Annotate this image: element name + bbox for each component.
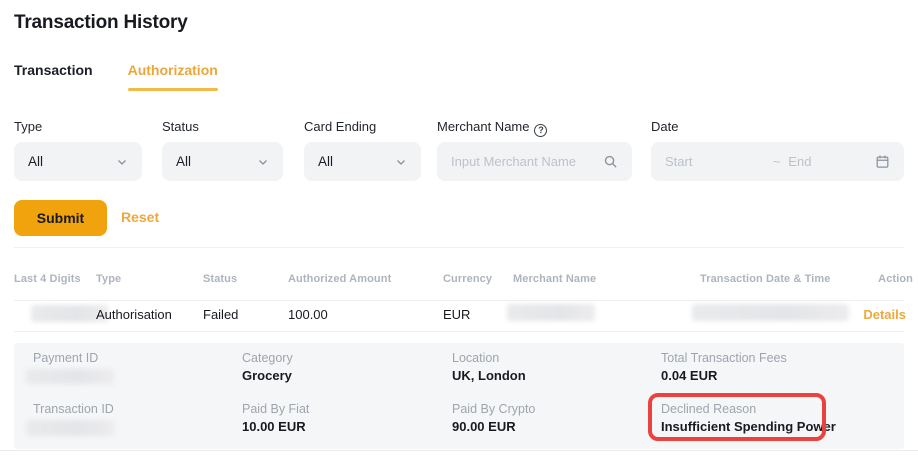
category-value: Grocery	[242, 368, 292, 383]
tab-authorization[interactable]: Authorization	[128, 62, 218, 82]
transaction-id-label: Transaction ID	[33, 402, 114, 416]
total-fees-value: 0.04 EUR	[661, 368, 717, 383]
page-title: Transaction History	[14, 12, 188, 34]
paid-by-fiat-value: 10.00 EUR	[242, 419, 306, 434]
merchant-name-field	[437, 142, 632, 181]
row-currency: EUR	[443, 307, 470, 322]
declined-reason-value: Insufficient Spending Power	[661, 419, 836, 434]
payment-id-label: Payment ID	[33, 351, 98, 365]
row-type: Authorisation	[96, 307, 172, 322]
col-header-status: Status	[203, 273, 237, 285]
status-select-value: All	[176, 154, 257, 169]
tab-bar: Transaction Authorization	[14, 62, 218, 82]
date-filter-label: Date	[651, 119, 678, 134]
card-ending-select[interactable]: All	[304, 142, 421, 181]
location-label: Location	[452, 351, 499, 365]
section-divider	[14, 247, 904, 248]
chevron-down-icon	[116, 156, 128, 168]
status-filter-label: Status	[162, 119, 199, 134]
row-details-link[interactable]: Details	[863, 307, 906, 322]
redacted-merchant-name	[507, 304, 595, 321]
row-amount: 100.00	[288, 307, 328, 322]
date-start-placeholder[interactable]: Start	[665, 154, 765, 169]
transaction-history-page: Transaction History Transaction Authoriz…	[0, 0, 918, 455]
category-label: Category	[242, 351, 293, 365]
col-header-amount: Authorized Amount	[288, 273, 391, 285]
merchant-filter-label-text: Merchant Name	[437, 119, 529, 134]
col-header-last4: Last 4 Digits	[14, 273, 81, 285]
card-ending-select-value: All	[318, 154, 395, 169]
type-select-value: All	[28, 154, 116, 169]
row-divider	[14, 331, 904, 332]
redacted-transaction-datetime	[692, 304, 849, 321]
col-header-currency: Currency	[443, 273, 492, 285]
col-header-action: Action	[878, 273, 913, 285]
chevron-down-icon	[257, 156, 269, 168]
reset-button[interactable]: Reset	[121, 209, 159, 225]
help-icon[interactable]: ?	[534, 124, 547, 137]
col-header-merchant: Merchant Name	[513, 273, 596, 285]
merchant-filter-label: Merchant Name?	[437, 119, 547, 137]
location-value: UK, London	[452, 368, 526, 383]
paid-by-crypto-label: Paid By Crypto	[452, 402, 535, 416]
total-fees-label: Total Transaction Fees	[661, 351, 787, 365]
row-status: Failed	[203, 307, 238, 322]
status-select[interactable]: All	[162, 142, 283, 181]
bottom-divider	[0, 450, 918, 451]
type-filter-label: Type	[14, 119, 42, 134]
type-select[interactable]: All	[14, 142, 142, 181]
redacted-payment-id	[26, 369, 114, 384]
card-ending-filter-label: Card Ending	[304, 119, 376, 134]
col-header-datetime: Transaction Date & Time	[700, 273, 830, 285]
search-icon[interactable]	[603, 154, 618, 169]
date-range-separator: ~	[773, 154, 781, 169]
col-header-type: Type	[96, 273, 121, 285]
tab-transaction[interactable]: Transaction	[14, 62, 93, 82]
declined-reason-label: Declined Reason	[661, 402, 756, 416]
redacted-transaction-id	[26, 420, 114, 436]
paid-by-fiat-label: Paid By Fiat	[242, 402, 309, 416]
submit-button[interactable]: Submit	[14, 200, 107, 236]
calendar-icon[interactable]	[875, 154, 890, 169]
paid-by-crypto-value: 90.00 EUR	[452, 419, 516, 434]
date-end-placeholder[interactable]: End	[788, 154, 875, 169]
chevron-down-icon	[395, 156, 407, 168]
merchant-name-input[interactable]	[451, 154, 603, 169]
date-range-field[interactable]: Start ~ End	[651, 142, 904, 181]
